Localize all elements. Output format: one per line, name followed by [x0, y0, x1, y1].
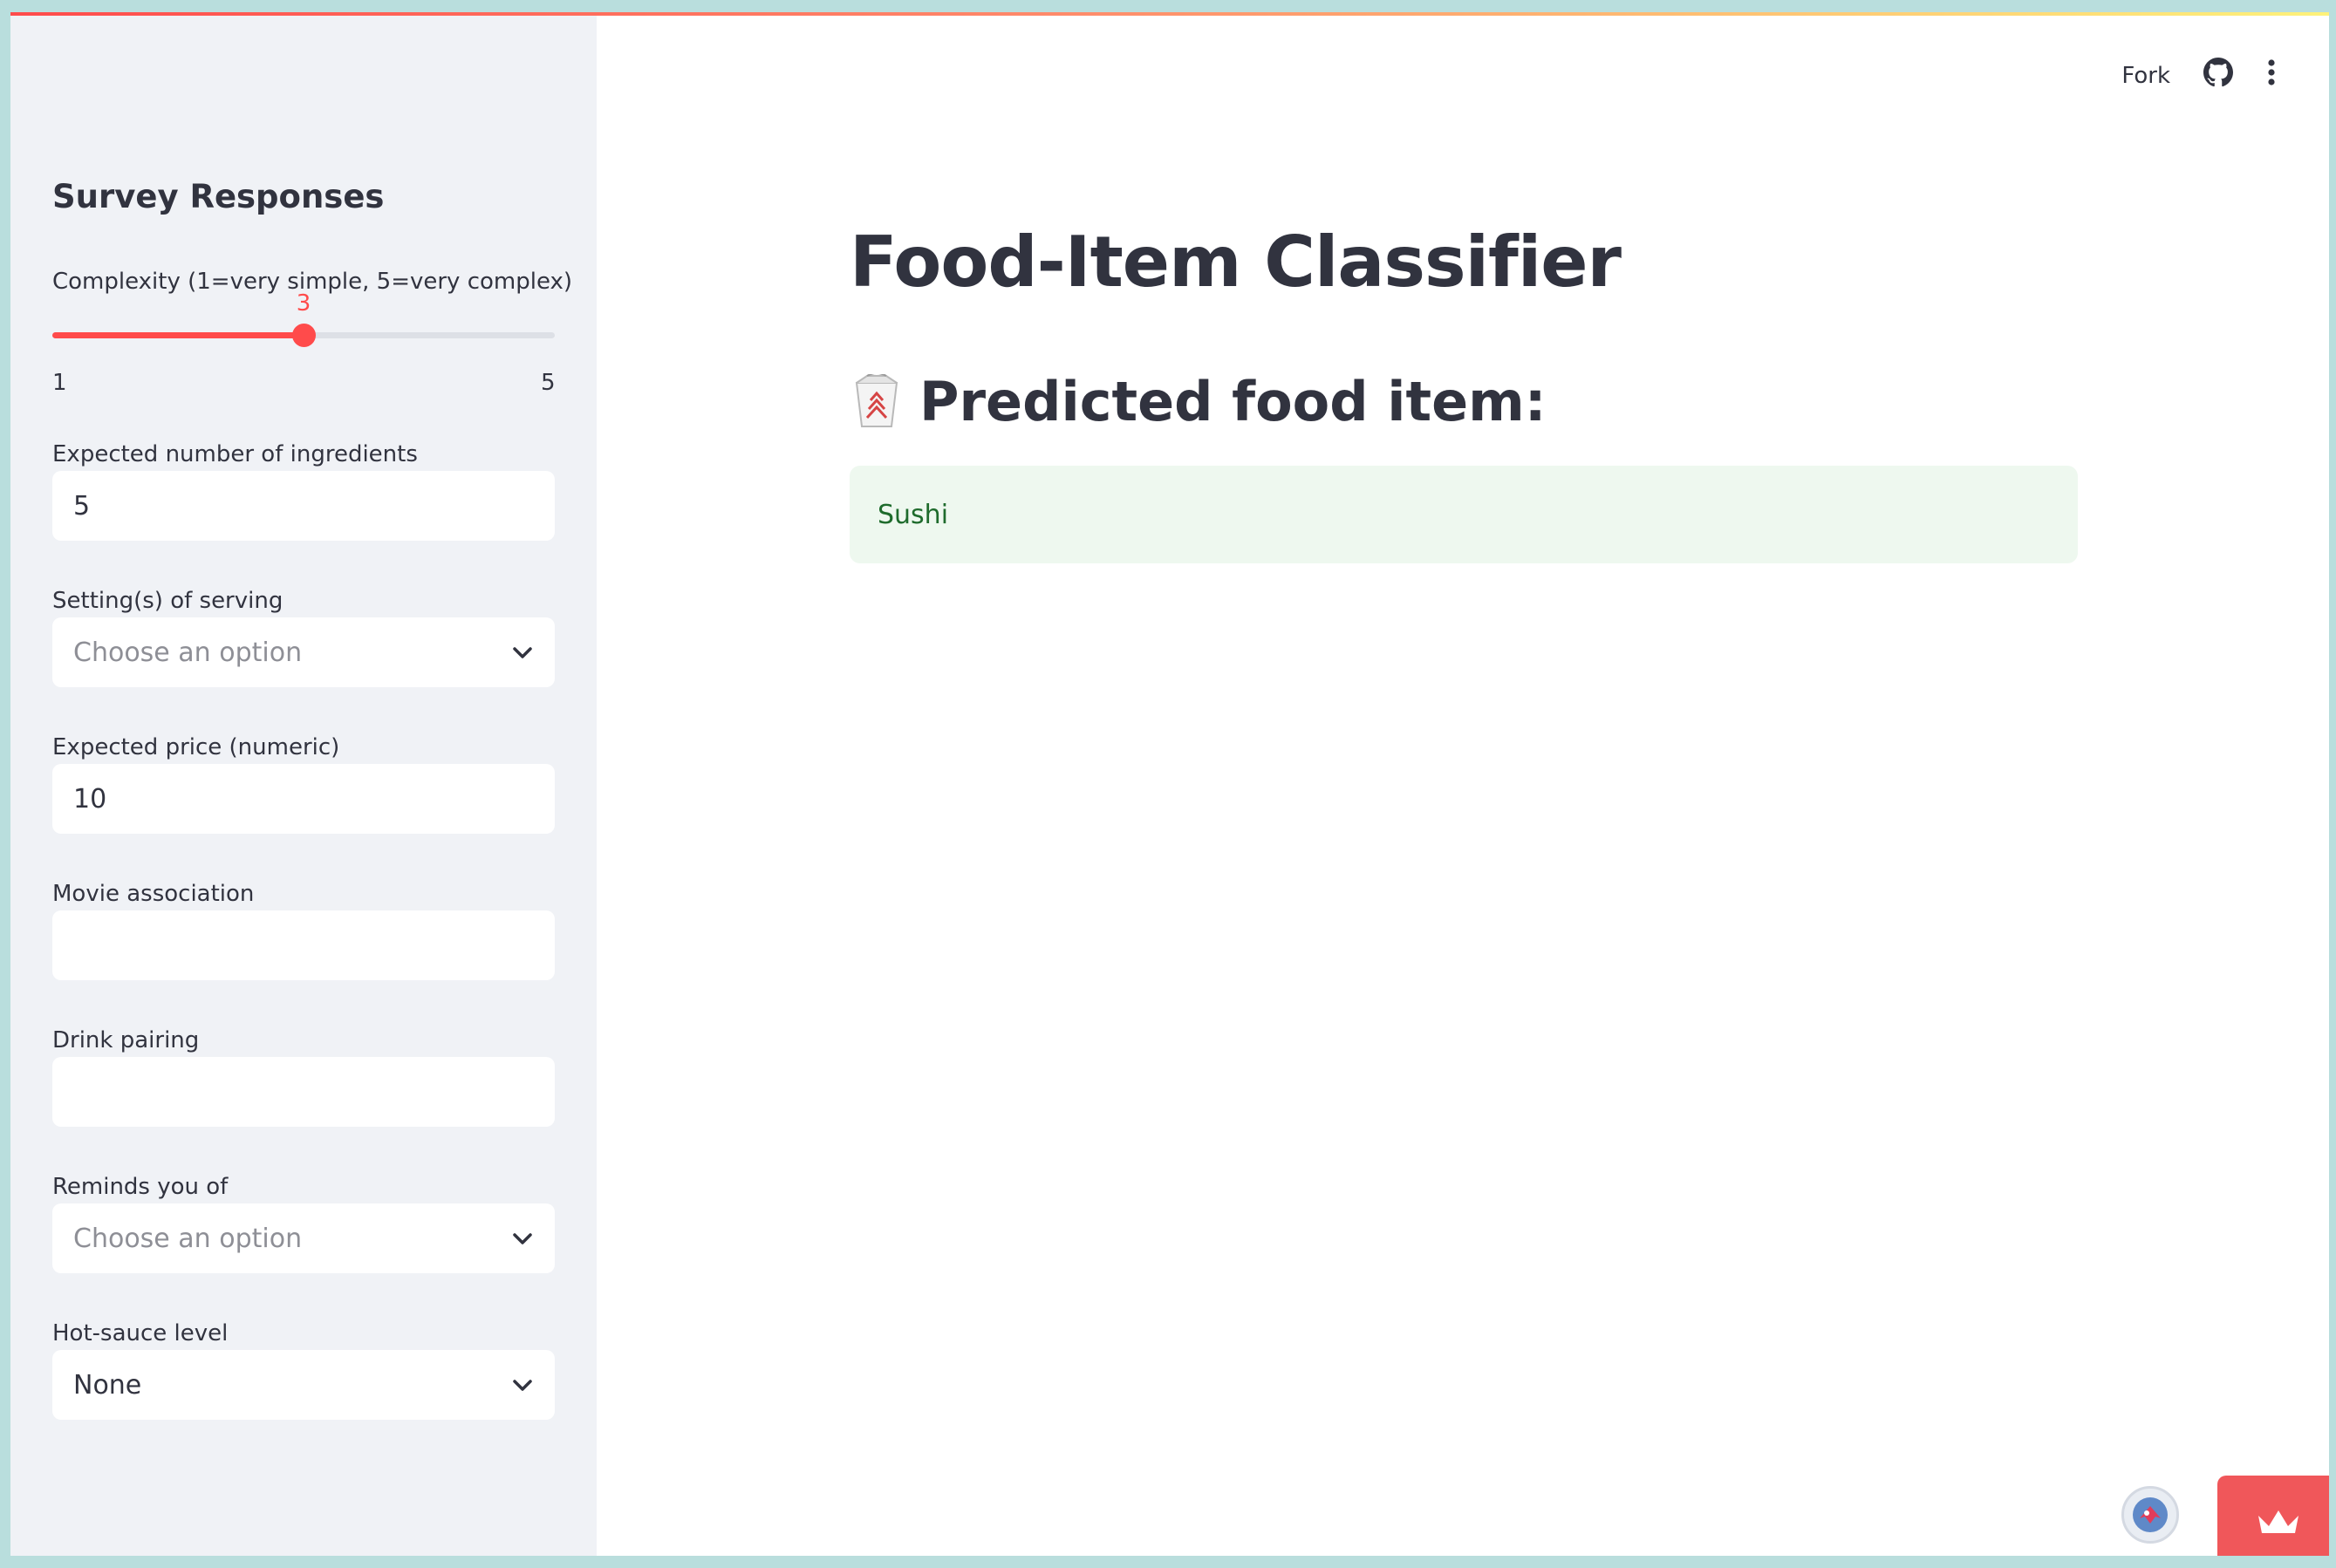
slider-max-label: 5	[541, 370, 556, 396]
slider-min-label: 1	[52, 370, 67, 396]
price-input[interactable]: 10	[52, 764, 555, 834]
prediction-value: Sushi	[878, 499, 949, 530]
kebab-menu-icon[interactable]	[2266, 58, 2277, 93]
reminds-placeholder: Choose an option	[73, 1223, 303, 1254]
reminds-select[interactable]: Choose an option	[52, 1203, 555, 1273]
hot-sauce-select[interactable]: None	[52, 1350, 555, 1420]
reminds-label: Reminds you of	[52, 1174, 229, 1200]
slider-thumb[interactable]	[292, 324, 316, 347]
movie-label: Movie association	[52, 881, 255, 907]
chevron-down-icon	[513, 1372, 532, 1398]
ingredients-value: 5	[73, 490, 91, 522]
prediction-alert: Sushi	[850, 466, 2078, 563]
price-label: Expected price (numeric)	[52, 734, 340, 760]
hot-sauce-value: None	[73, 1369, 142, 1401]
page-title: Food-Item Classifier	[850, 222, 1622, 303]
movie-input[interactable]	[52, 910, 555, 980]
drink-label: Drink pairing	[52, 1027, 200, 1053]
app-window: Survey Responses Complexity (1=very simp…	[10, 12, 2329, 1556]
drink-input[interactable]	[52, 1057, 555, 1127]
streamlit-cloud-button[interactable]	[2217, 1476, 2329, 1556]
chevron-down-icon	[513, 1225, 532, 1251]
hot-sauce-label: Hot-sauce level	[52, 1320, 229, 1346]
slider-value: 3	[296, 290, 311, 317]
ingredients-input[interactable]: 5	[52, 471, 555, 541]
slider-fill	[52, 332, 304, 338]
ingredients-label: Expected number of ingredients	[52, 441, 418, 467]
setting-label: Setting(s) of serving	[52, 588, 283, 614]
takeout-box-icon	[850, 372, 904, 430]
setting-select[interactable]: Choose an option	[52, 617, 555, 687]
sidebar: Survey Responses Complexity (1=very simp…	[10, 12, 597, 1556]
avatar[interactable]	[2121, 1486, 2179, 1544]
crown-icon	[2255, 1507, 2302, 1540]
sidebar-title: Survey Responses	[52, 178, 385, 215]
price-value: 10	[73, 783, 107, 815]
setting-placeholder: Choose an option	[73, 637, 303, 668]
toolbar: Fork	[2121, 58, 2277, 93]
github-icon[interactable]	[2203, 58, 2233, 93]
fork-link[interactable]: Fork	[2121, 63, 2170, 89]
result-subheader: Predicted food item:	[850, 370, 1547, 433]
complexity-slider[interactable]: 3	[52, 290, 555, 347]
subheader-text: Predicted food item:	[919, 370, 1547, 433]
chevron-down-icon	[513, 639, 532, 665]
